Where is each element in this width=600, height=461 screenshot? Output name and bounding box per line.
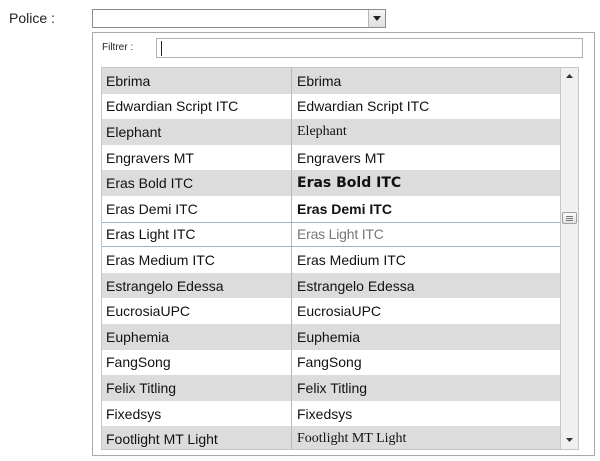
font-dropdown-panel: Filtrer : Ebrima Ebrima Edwardian Script I… <box>92 32 595 456</box>
font-preview-cell: FangSong <box>291 349 560 376</box>
font-name-cell: Fixedsys <box>106 405 162 422</box>
arrow-up-icon <box>566 74 573 78</box>
font-list-row[interactable]: Eras Light ITC Eras Light ITC <box>102 221 560 248</box>
font-preview-cell: Edwardian Script ITC <box>291 93 560 120</box>
font-list-row[interactable]: Footlight MT Light Footlight MT Light <box>102 426 560 449</box>
font-name-cell: FangSong <box>106 354 171 371</box>
font-name-cell: Engravers MT <box>106 149 194 166</box>
combo-dropdown-button[interactable] <box>368 10 385 27</box>
scroll-grip-icon <box>566 216 573 217</box>
vertical-scrollbar[interactable] <box>560 67 579 450</box>
font-name-cell: Eras Light ITC <box>106 226 196 243</box>
font-preview-cell: Elephant <box>291 119 560 145</box>
font-list-row[interactable]: Eras Demi ITC Eras Demi ITC <box>102 195 560 222</box>
text-caret <box>161 41 162 56</box>
font-list-row[interactable]: Eras Medium ITC Eras Medium ITC <box>102 247 560 273</box>
font-preview-cell: Ebrima <box>291 68 560 94</box>
scroll-up-button[interactable] <box>561 68 578 85</box>
font-list-row[interactable]: Fixedsys Fixedsys <box>102 400 560 427</box>
scroll-thumb[interactable] <box>562 212 577 224</box>
font-preview-cell: Fixedsys <box>291 400 560 427</box>
font-name-cell: EucrosiaUPC <box>106 303 191 320</box>
font-list[interactable]: Ebrima Ebrima Edwardian Script ITC Edwardia… <box>101 67 560 450</box>
police-combobox[interactable] <box>92 9 386 28</box>
arrow-down-icon <box>566 438 573 442</box>
font-list-row[interactable]: Felix Titling Felix Titling <box>102 375 560 401</box>
font-name-cell: Edwardian Script ITC <box>106 98 239 115</box>
scroll-down-button[interactable] <box>561 432 578 449</box>
font-name-cell: Eras Demi ITC <box>106 200 198 217</box>
font-preview-cell: Eras Light ITC <box>291 222 560 247</box>
font-preview-cell: Eras Bold ITC <box>291 170 560 196</box>
font-name-cell: Eras Bold ITC <box>106 175 194 192</box>
font-list-row[interactable]: FangSong FangSong <box>102 349 560 376</box>
font-list-row[interactable]: Estrangelo Edessa Estrangelo Edessa <box>102 272 560 299</box>
font-preview-cell: Estrangelo Edessa <box>291 272 560 299</box>
font-preview-cell: Eras Medium ITC <box>291 247 560 273</box>
font-name-cell: Euphemia <box>106 328 170 345</box>
font-list-row[interactable]: Ebrima Ebrima <box>102 68 560 94</box>
font-preview-cell: Felix Titling <box>291 375 560 401</box>
scroll-grip-icon <box>566 220 573 221</box>
font-list-row[interactable]: Euphemia Euphemia <box>102 323 560 350</box>
font-preview-cell: EucrosiaUPC <box>291 298 560 324</box>
filter-input[interactable] <box>156 38 583 58</box>
font-list-row[interactable]: Eras Bold ITC Eras Bold ITC <box>102 170 560 196</box>
chevron-down-icon <box>373 16 381 21</box>
font-name-cell: Eras Medium ITC <box>106 251 215 268</box>
font-list-row[interactable]: Elephant Elephant <box>102 119 560 145</box>
font-name-cell: Elephant <box>106 123 162 140</box>
font-preview-cell: Engravers MT <box>291 144 560 171</box>
font-preview-cell: Footlight MT Light <box>291 426 560 449</box>
font-list-row[interactable]: Engravers MT Engravers MT <box>102 144 560 171</box>
police-label: Police : <box>9 10 55 26</box>
font-list-row[interactable]: Edwardian Script ITC Edwardian Script ITC <box>102 93 560 120</box>
scroll-grip-icon <box>566 218 573 219</box>
font-preview-cell: Euphemia <box>291 323 560 350</box>
font-name-cell: Felix Titling <box>106 379 177 396</box>
font-preview-cell: Eras Demi ITC <box>291 195 560 222</box>
font-name-cell: Estrangelo Edessa <box>106 277 224 294</box>
font-name-cell: Ebrima <box>106 72 151 89</box>
font-list-row[interactable]: EucrosiaUPC EucrosiaUPC <box>102 298 560 324</box>
font-name-cell: Footlight MT Light <box>106 431 218 448</box>
filter-label: Filtrer : <box>102 42 134 53</box>
